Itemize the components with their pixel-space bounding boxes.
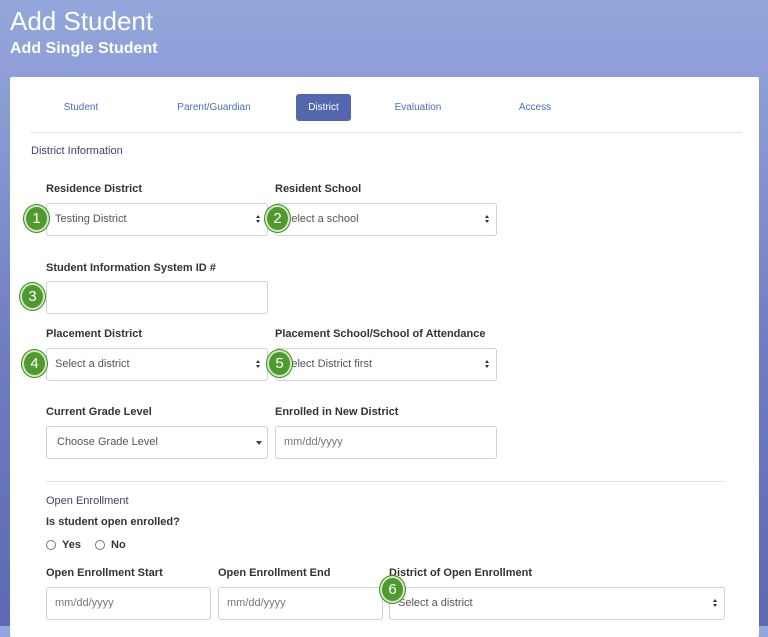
open-enrollment-district-label: District of Open Enrollment <box>389 567 533 579</box>
callout-badge-3: 3 <box>20 283 45 310</box>
placement-school-label: Placement School/School of Attendance <box>275 328 486 340</box>
sis-id-input[interactable] <box>46 281 268 314</box>
radio-yes[interactable] <box>46 540 56 550</box>
resident-school-value: Select a school <box>284 213 359 225</box>
resident-school-select[interactable]: Select a school <box>275 203 497 236</box>
radio-yes-label[interactable]: Yes <box>62 539 81 551</box>
callout-badge-1: 1 <box>24 205 49 232</box>
residence-district-value: Testing District <box>55 213 127 225</box>
grade-level-label: Current Grade Level <box>46 406 152 418</box>
enrolled-new-district-input[interactable]: mm/dd/yyyy <box>275 426 497 459</box>
select-updown-icon <box>485 215 490 224</box>
select-updown-icon <box>485 360 490 369</box>
page-subtitle: Add Single Student <box>10 40 158 57</box>
tab-student[interactable]: Student <box>46 94 116 121</box>
residence-district-label: Residence District <box>46 183 142 195</box>
open-enrollment-start-input[interactable]: mm/dd/yyyy <box>46 587 211 620</box>
section-title-district-info: District Information <box>31 145 123 157</box>
tabs-divider <box>30 132 742 133</box>
page-title: Add Student <box>10 6 154 36</box>
select-updown-icon <box>256 360 261 369</box>
grade-level-value: Choose Grade Level <box>57 436 158 448</box>
callout-badge-6: 6 <box>380 576 405 603</box>
chevron-down-icon <box>256 441 262 445</box>
section-title-open-enrollment: Open Enrollment <box>46 495 129 507</box>
grade-level-select[interactable]: Choose Grade Level <box>46 426 268 459</box>
select-updown-icon <box>256 215 261 224</box>
placement-district-value: Select a district <box>55 358 130 370</box>
sis-id-label: Student Information System ID # <box>46 262 216 274</box>
tab-parent-guardian[interactable]: Parent/Guardian <box>164 94 264 121</box>
select-updown-icon <box>713 599 718 608</box>
placement-district-select[interactable]: Select a district <box>46 348 268 381</box>
tab-evaluation[interactable]: Evaluation <box>383 94 453 121</box>
tab-district[interactable]: District <box>296 94 351 121</box>
placement-school-select[interactable]: Select District first <box>275 348 497 381</box>
open-enrollment-district-value: Select a district <box>398 597 473 609</box>
open-enrollment-end-input[interactable]: mm/dd/yyyy <box>218 587 383 620</box>
residence-district-select[interactable]: Testing District <box>46 203 268 236</box>
placement-district-label: Placement District <box>46 328 142 340</box>
tab-access[interactable]: Access <box>505 94 565 121</box>
placement-school-value: Select District first <box>284 358 373 370</box>
resident-school-label: Resident School <box>275 183 362 195</box>
open-enrollment-end-label: Open Enrollment End <box>218 567 331 579</box>
callout-badge-4: 4 <box>22 350 47 377</box>
open-enrollment-district-select[interactable]: Select a district <box>389 587 725 620</box>
section-divider <box>46 481 725 482</box>
radio-no-label[interactable]: No <box>111 539 126 551</box>
callout-badge-5: 5 <box>267 350 292 377</box>
open-enrolled-question: Is student open enrolled? <box>46 516 180 528</box>
callout-badge-2: 2 <box>265 205 290 232</box>
enrolled-new-district-label: Enrolled in New District <box>275 406 399 418</box>
radio-no[interactable] <box>95 540 105 550</box>
open-enrollment-start-label: Open Enrollment Start <box>46 567 163 579</box>
